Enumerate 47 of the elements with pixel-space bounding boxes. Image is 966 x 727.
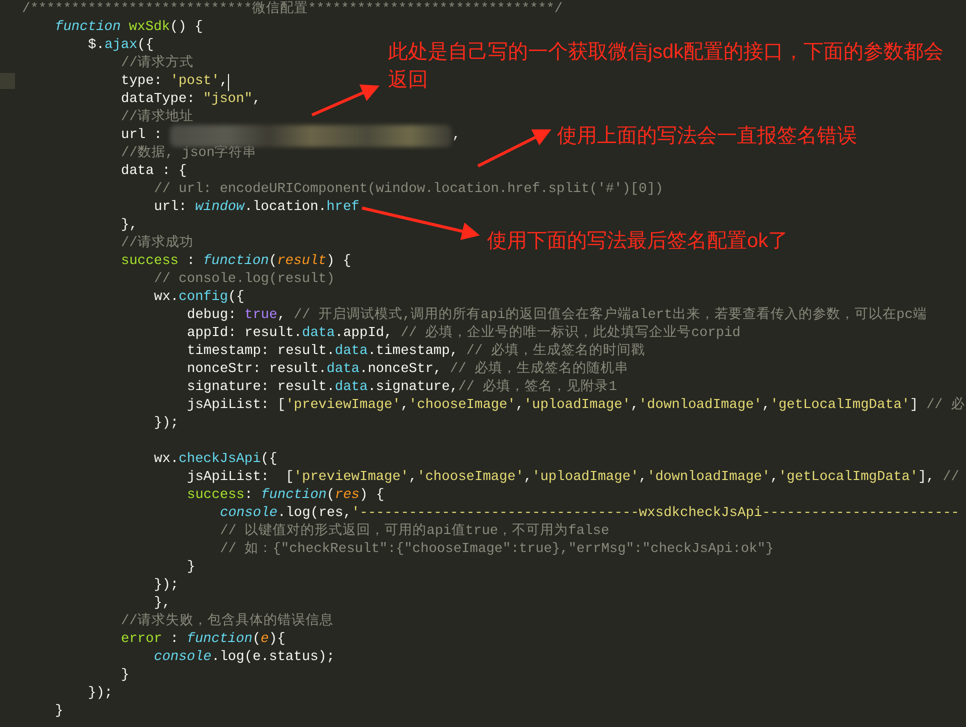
code-line: data : {: [121, 163, 187, 181]
code-line: // 以键值对的形式返回，可用的api值true，不可用为false: [220, 523, 610, 541]
code-text: type:: [121, 73, 164, 91]
code-line: }: [187, 559, 196, 577]
code-line: timestamp: result.data.timestamp, // 必填，生成签名的时间戳: [187, 343, 645, 360]
code-line: // 如：{"checkResult":{"chooseImage":true},"errMsg":"checkJsApi:ok"}: [220, 541, 774, 559]
code-line: },: [154, 595, 170, 613]
code-line: /***************************微信配置******************************/: [22, 1, 563, 19]
code-line: //请求方式: [121, 55, 194, 73]
code-line: });: [88, 685, 113, 703]
callout-text: 使用下面的写法最后签名配置ok了: [487, 229, 788, 254]
code-line: jsApiList: ['previewImage','chooseImage','uploadImage','downloadImage','getLocalImgData'], //: [187, 469, 960, 487]
callout-text: 使用上面的写法会一直报签名错误: [557, 124, 857, 149]
code-line: nonceStr: result.data.nonceStr, // 必填，生成签名的随机串: [187, 361, 629, 378]
code-line: // console.log(result): [154, 271, 335, 289]
code-line: appId: result.data.appId, // 必填，企业号的唯一标识，此处填写企业号corpid: [187, 325, 741, 342]
code-line: //请求失败，包含具体的错误信息: [121, 613, 334, 631]
code-line: $.ajax({: [88, 37, 154, 55]
code-line: }: [121, 667, 130, 685]
code-line: success: function(res) {: [187, 487, 384, 505]
code-line: //数据, json字符串: [121, 145, 257, 163]
code-line: dataType: "json",: [121, 91, 261, 108]
code-line: debug: true, // 开启调试模式,调用的所有api的返回值会在客户端alert出来，若要查看传入的参数，可以在pc端: [187, 307, 927, 324]
code-line: },: [121, 217, 138, 235]
code-line: console.log(res,'----------------------------------wxsdkcheckJsApi------------------------: [220, 505, 960, 522]
code-line: wx.checkJsApi({: [154, 451, 278, 469]
code-line: //请求成功: [121, 235, 194, 253]
code-text: ,: [220, 73, 228, 91]
code-line: jsApiList: ['previewImage','chooseImage','uploadImage','downloadImage','getLocalImgData'] // 必: [187, 397, 965, 415]
code-text: ,: [452, 127, 461, 145]
code-line: error : function(e){: [121, 631, 286, 649]
text-cursor: [228, 74, 230, 90]
code-line: wx.config({: [154, 289, 244, 307]
code-text: 'post': [170, 73, 220, 91]
code-line: // url: encodeURIComponent(window.location.href.split('#')[0]): [154, 181, 664, 199]
code-text: url :: [121, 127, 164, 145]
arrow: [311, 84, 380, 116]
code-line: function wxSdk() {: [55, 19, 203, 37]
callout-text: 此处是自己写的一个获取微信jsdk配置的接口，下面的参数都会返回: [388, 40, 945, 93]
code-line: }: [55, 703, 64, 721]
code-line: success : function(result) {: [121, 253, 352, 271]
code-line: console.log(e.status);: [154, 649, 335, 667]
code-line: signature: result.data.signature,// 必填，签名，见附录1: [187, 379, 617, 397]
code-line: });: [154, 415, 179, 433]
code-line: url: window.location.href: [154, 199, 360, 217]
code-line: //请求地址: [121, 109, 194, 127]
code-line: });: [154, 577, 179, 595]
